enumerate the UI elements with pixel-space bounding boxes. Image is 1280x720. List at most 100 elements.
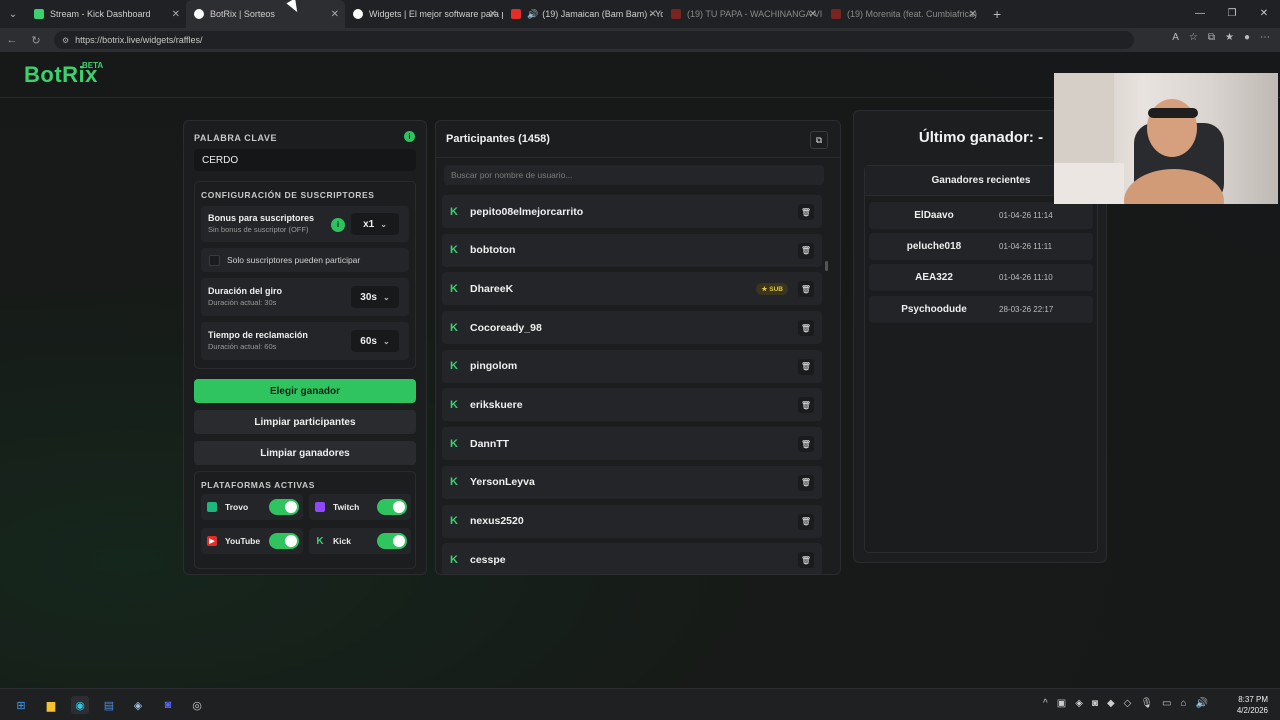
tab-kick-dashboard[interactable]: Stream - Kick Dashboard ✕: [26, 0, 186, 28]
participant-name: nexus2520: [470, 515, 524, 527]
participant-row: K DannTT 🗑: [442, 427, 822, 461]
tray-overflow-icon[interactable]: ^: [1043, 698, 1048, 709]
network-icon[interactable]: ⌂: [1181, 698, 1187, 709]
delete-participant-icon[interactable]: 🗑: [798, 474, 814, 491]
delete-participant-icon[interactable]: 🗑: [798, 513, 814, 530]
delete-participant-icon[interactable]: 🗑: [798, 358, 814, 375]
kick-icon: K: [450, 553, 458, 566]
scrollbar-thumb[interactable]: [825, 261, 828, 271]
kick-icon: K: [450, 437, 458, 450]
claim-time-row: Tiempo de reclamación Duración actual: 6…: [201, 322, 409, 360]
bonus-subtitle: Sin bonus de suscriptor (OFF): [208, 225, 309, 234]
chevron-down-icon: ⌄: [380, 219, 387, 229]
winner-row: peluche018 01-04-26 11:11: [869, 233, 1093, 260]
back-icon[interactable]: ←: [0, 34, 24, 46]
copy-icon[interactable]: ⧉: [810, 131, 828, 149]
tray-app-icon[interactable]: ▣: [1057, 698, 1066, 709]
keyword-input[interactable]: CERDO: [194, 149, 416, 171]
tab-youtube-tu-papa[interactable]: (19) TU PAPA - WACHINANGA VID ✕: [663, 0, 823, 28]
speaker-icon[interactable]: 🔊: [527, 9, 538, 20]
youtube-favicon-icon: [511, 9, 521, 19]
clear-participants-button[interactable]: Limpiar participantes: [194, 410, 416, 434]
tab-botrix-sorteos[interactable]: BotRix | Sorteos ✕: [186, 0, 345, 28]
delete-participant-icon[interactable]: 🗑: [798, 552, 814, 569]
volume-icon[interactable]: 🔊: [1196, 698, 1208, 709]
monitor-icon[interactable]: ▭: [1162, 698, 1171, 709]
notepad-icon[interactable]: ▤: [100, 696, 118, 714]
bonus-multiplier-select[interactable]: x1 ⌄: [351, 213, 399, 235]
discord-tray-icon[interactable]: ◙: [1092, 698, 1098, 709]
favorite-star-icon[interactable]: ☆: [1189, 32, 1198, 43]
more-menu-icon[interactable]: ⋯: [1260, 32, 1270, 43]
new-tab-icon[interactable]: +: [993, 6, 1001, 22]
edge-browser-icon[interactable]: ◉: [71, 696, 89, 714]
reload-icon[interactable]: ↻: [24, 34, 48, 47]
pick-winner-button[interactable]: Elegir ganador: [194, 379, 416, 403]
only-subs-row[interactable]: Solo suscriptores pueden participar: [201, 248, 409, 272]
nvidia-icon[interactable]: ◆: [1107, 698, 1115, 709]
read-aloud-icon[interactable]: A: [1172, 32, 1179, 43]
claim-time-title: Tiempo de reclamación: [208, 330, 308, 340]
active-platforms-section: PLATAFORMAS ACTIVAS Trovo Twitch ▶ YouTu…: [194, 471, 416, 569]
spin-duration-select[interactable]: 30s ⌄: [351, 286, 399, 308]
close-window-icon[interactable]: ✕: [1248, 0, 1280, 28]
profile-avatar-icon[interactable]: ●: [1244, 32, 1250, 43]
steam-icon[interactable]: ◈: [129, 696, 147, 714]
kick-toggle[interactable]: [377, 533, 407, 549]
url-field[interactable]: ⚙ https://botrix.live/widgets/raffles/: [54, 31, 1134, 49]
microphone-icon[interactable]: 🎙: [1140, 698, 1153, 709]
tab-widgets[interactable]: Widgets | El mejor software para p ✕: [345, 0, 503, 28]
bonus-info-icon[interactable]: i: [331, 218, 345, 232]
favorites-icon[interactable]: ★: [1225, 32, 1234, 43]
kick-icon: K: [450, 205, 458, 218]
shield-icon[interactable]: ◇: [1124, 698, 1132, 709]
spin-duration-subtitle: Duración actual: 30s: [208, 298, 277, 307]
tab-youtube-jamaican[interactable]: 🔊 (19) Jamaican (Bam Bam) - Yo ✕: [503, 0, 663, 28]
delete-participant-icon[interactable]: 🗑: [798, 436, 814, 453]
participant-row: K DhareeK ★ SUB 🗑: [442, 272, 822, 306]
participant-name: Cocoready_98: [470, 321, 542, 334]
close-tab-icon[interactable]: ✕: [172, 9, 180, 20]
delete-participant-icon[interactable]: 🗑: [798, 204, 814, 220]
file-explorer-icon[interactable]: ▆: [42, 696, 60, 714]
recent-winners-box: Ganadores recientes ElDaavo 01-04-26 11:…: [864, 165, 1098, 553]
claim-time-select[interactable]: 60s ⌄: [351, 330, 399, 352]
delete-participant-icon[interactable]: 🗑: [798, 242, 814, 259]
youtube-toggle[interactable]: [269, 533, 299, 549]
twitch-toggle[interactable]: [377, 499, 407, 515]
close-tab-icon[interactable]: ✕: [331, 9, 339, 20]
keyword-info-icon[interactable]: i: [404, 131, 415, 142]
delete-participant-icon[interactable]: 🗑: [798, 281, 814, 298]
kick-icon: K: [450, 244, 458, 257]
close-tab-icon[interactable]: ✕: [809, 9, 817, 20]
clear-winners-button[interactable]: Limpiar ganadores: [194, 441, 416, 465]
participant-search-input[interactable]: Buscar por nombre de usuario...: [444, 165, 824, 185]
close-tab-icon[interactable]: ✕: [489, 9, 497, 20]
kick-icon: K: [450, 515, 458, 527]
obs-icon[interactable]: ◎: [188, 696, 206, 714]
divider: [436, 157, 840, 158]
participant-row: K Cocoready_98 🗑: [442, 311, 822, 345]
tab-youtube-morenita[interactable]: (19) Morenita (feat. Cumbiafrica) ✕: [823, 0, 983, 28]
trovo-toggle[interactable]: [269, 499, 299, 515]
only-subs-checkbox[interactable]: [209, 254, 220, 266]
minimize-icon[interactable]: —: [1184, 0, 1216, 28]
site-info-icon[interactable]: ⚙: [62, 36, 69, 45]
discord-icon[interactable]: ◙: [159, 696, 177, 714]
subscriber-bonus-row: Bonus para suscriptores Sin bonus de sus…: [201, 206, 409, 242]
tab-list-chevron-icon[interactable]: ⌄: [0, 0, 26, 28]
platform-youtube: ▶ YouTube: [201, 528, 303, 554]
webcam-overlay: [1054, 73, 1278, 204]
windows-start-icon[interactable]: ⊞: [12, 696, 30, 714]
close-tab-icon[interactable]: ✕: [969, 9, 977, 20]
taskbar-clock[interactable]: 8:37 PM 4/2/2026: [1237, 694, 1268, 716]
close-tab-icon[interactable]: ✕: [649, 9, 657, 20]
chevron-down-icon: ⌄: [382, 292, 390, 302]
restore-icon[interactable]: ❐: [1216, 0, 1248, 28]
twitch-icon: [315, 502, 325, 512]
delete-participant-icon[interactable]: 🗑: [798, 320, 814, 337]
delete-participant-icon[interactable]: 🗑: [798, 397, 814, 414]
extensions-icon[interactable]: ⧉: [1208, 32, 1215, 43]
participant-name: bobtoton: [470, 244, 516, 257]
steam-tray-icon[interactable]: ◈: [1075, 698, 1083, 709]
